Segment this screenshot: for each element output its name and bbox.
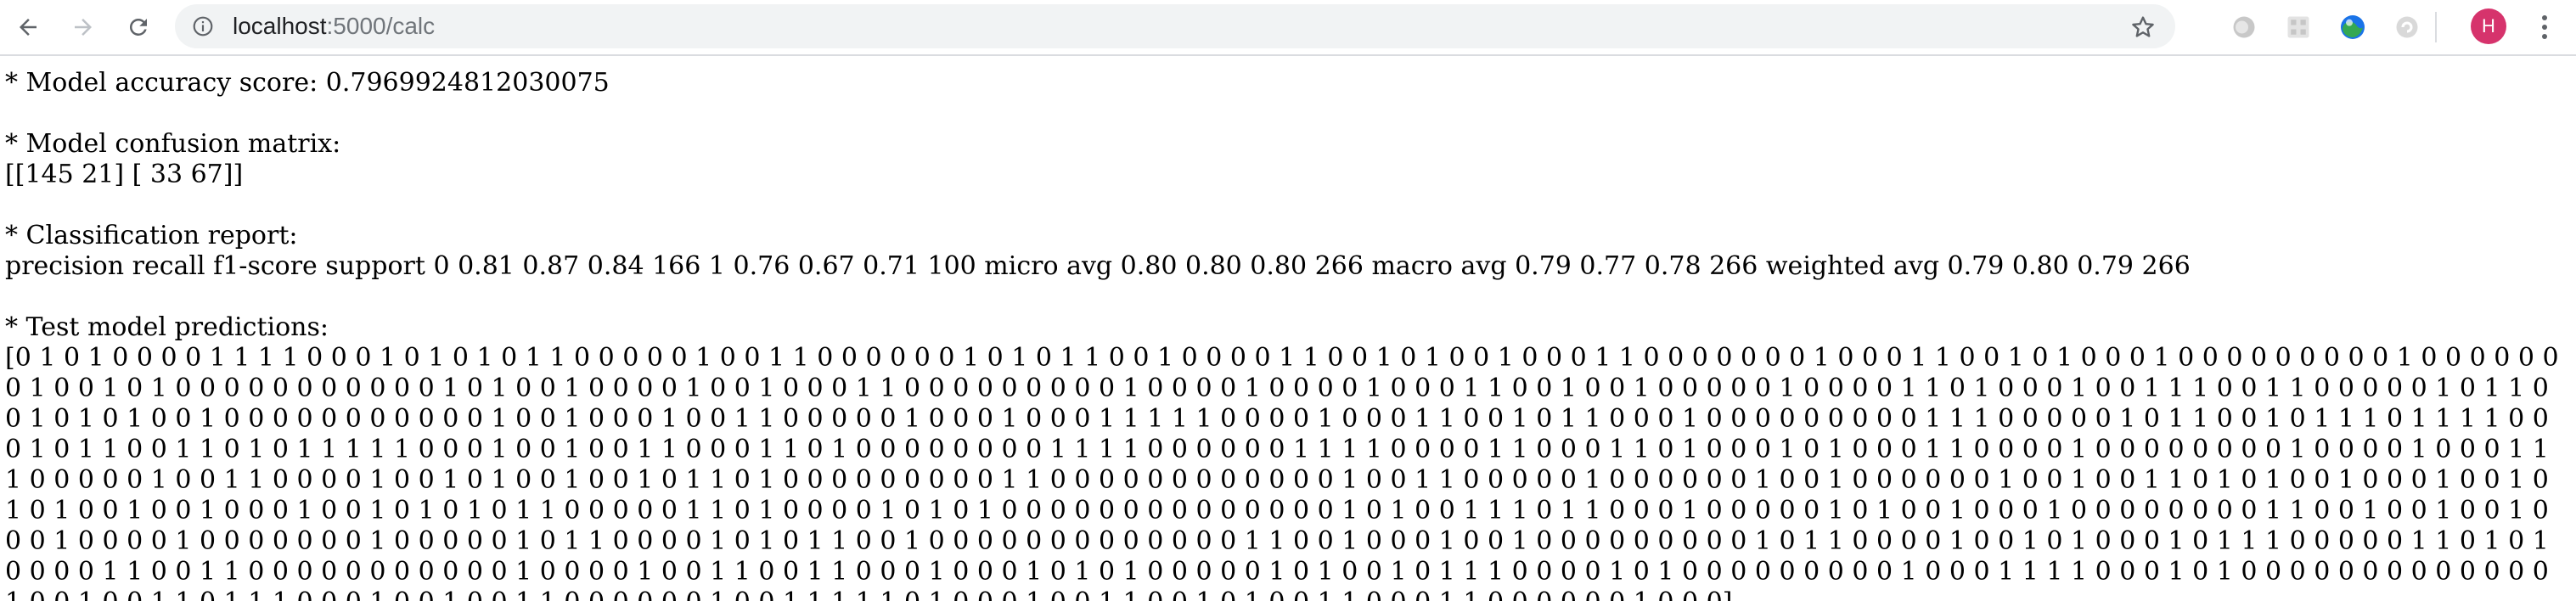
classification-report: precision recall f1-score support 0 0.81…	[5, 251, 2191, 281]
toolbar-separator	[2435, 12, 2437, 42]
report-heading: * Classification report:	[5, 221, 298, 250]
extension-refresh-icon[interactable]	[2391, 11, 2423, 43]
browser-toolbar: localhost:5000/calc H	[0, 0, 2576, 56]
accuracy-label: * Model accuracy score:	[5, 68, 326, 98]
address-bar[interactable]: localhost:5000/calc	[175, 4, 2175, 48]
reload-button[interactable]	[121, 10, 155, 44]
profile-avatar[interactable]: H	[2471, 8, 2506, 44]
back-button[interactable]	[11, 10, 45, 44]
reload-icon	[129, 18, 147, 36]
extension-gray-circle-icon[interactable]	[2228, 11, 2260, 43]
extension-grid-icon[interactable]	[2282, 11, 2314, 43]
page-content: * Model accuracy score: 0.79699248120300…	[5, 68, 2569, 601]
back-arrow-icon	[20, 19, 37, 36]
forward-arrow-icon	[75, 19, 92, 36]
predictions-array: [0 1 0 1 0 0 0 0 1 1 1 1 0 0 0 1 0 1 0 1…	[5, 343, 2559, 601]
url-host: localhost	[233, 13, 327, 39]
bookmark-star-icon[interactable]	[2129, 14, 2157, 41]
predictions-heading: * Test model predictions:	[5, 312, 329, 342]
accuracy-line: * Model accuracy score: 0.79699248120300…	[5, 68, 2569, 98]
url-text[interactable]: localhost:5000/calc	[233, 13, 435, 40]
site-info-icon[interactable]	[192, 15, 214, 37]
extension-globe-icon[interactable]	[2337, 11, 2369, 43]
confusion-heading: * Model confusion matrix:	[5, 129, 341, 159]
confusion-matrix: [[145 21] [ 33 67]]	[5, 160, 244, 189]
accuracy-value: 0.7969924812030075	[325, 68, 610, 98]
url-path: :5000/calc	[326, 13, 436, 39]
kebab-menu-icon[interactable]	[2528, 10, 2561, 44]
forward-button[interactable]	[66, 10, 100, 44]
